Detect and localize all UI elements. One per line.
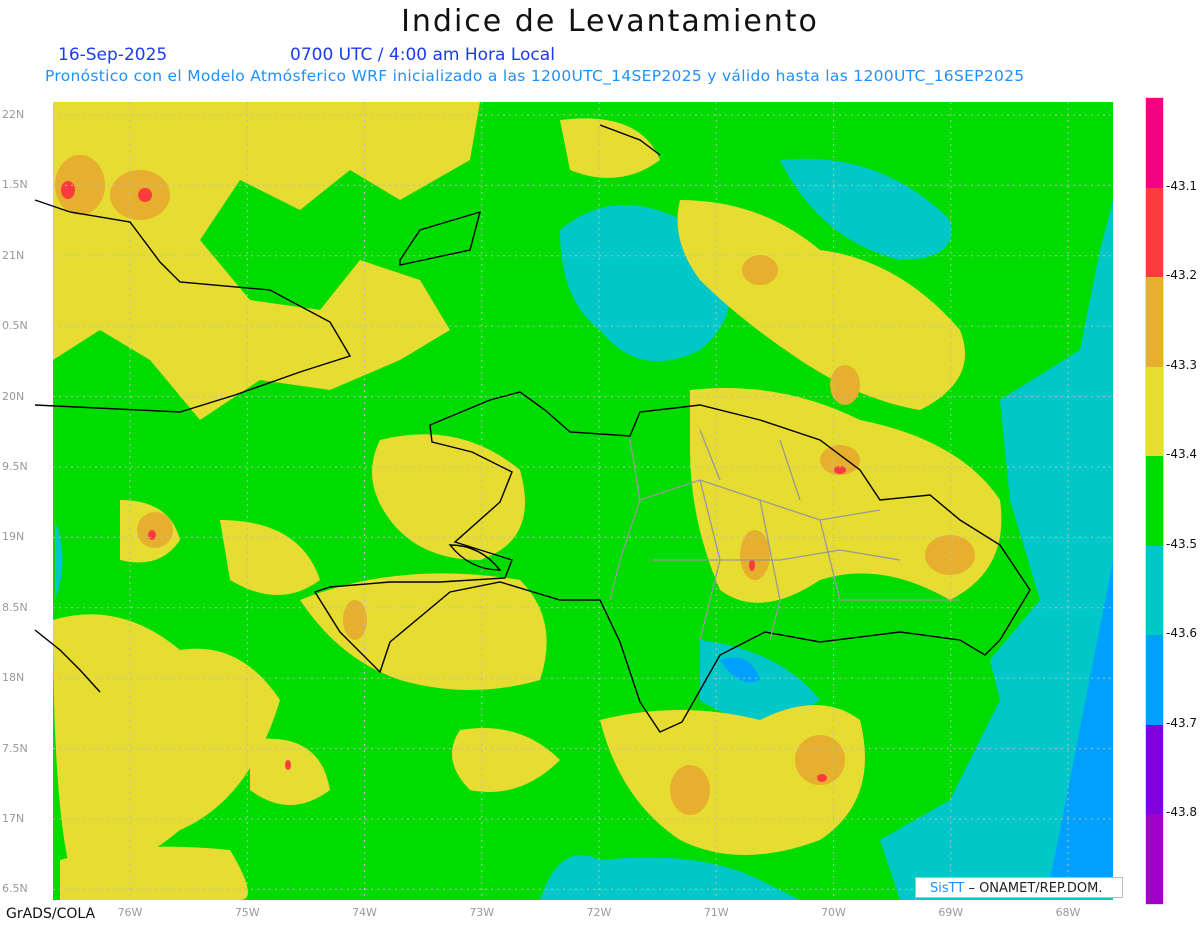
colorbar-label: -43.4 — [1166, 447, 1198, 462]
y-axis-label: 17N — [2, 812, 25, 825]
colorbar-swatch — [1146, 545, 1163, 636]
credit-box: SisTT – ONAMET/REP.DOM. — [915, 877, 1123, 898]
colorbar-swatch — [1146, 187, 1163, 278]
x-axis-label: 68W — [1055, 906, 1081, 919]
y-axis-label: 7.5N — [2, 741, 28, 755]
colorbar-label: -43.3 — [1166, 357, 1198, 372]
x-axis-label: 76W — [117, 906, 143, 919]
x-axis-label: 69W — [938, 906, 964, 919]
y-axis-label: 6.5N — [2, 882, 28, 896]
colorbar-swatch — [1146, 456, 1163, 546]
y-axis-label: 20N — [2, 389, 25, 403]
x-axis-label: 70W — [821, 906, 846, 919]
colorbar-label: -43.7 — [1166, 715, 1198, 730]
lifted-index-map — [34, 102, 1113, 900]
y-axis-label: 8.5N — [2, 600, 28, 614]
colorbar-swatch — [1146, 724, 1163, 815]
colorbar — [1145, 97, 1164, 905]
colorbar-label: -43.2 — [1166, 268, 1198, 283]
colorbar-swatch — [1146, 98, 1163, 188]
colorbar-swatch — [1146, 635, 1163, 725]
y-axis-label: 22N — [2, 108, 25, 121]
credit-brand: SisTT — [930, 881, 965, 896]
x-axis-label: 72W — [586, 906, 612, 919]
y-axis-label: 19N — [2, 530, 25, 544]
credit-text: – ONAMET/REP.DOM. — [968, 881, 1103, 896]
colorbar-label: -43.5 — [1166, 536, 1198, 551]
y-axis-label: 9.5N — [2, 460, 28, 473]
y-axis-label: 1.5N — [2, 178, 28, 192]
x-axis-label: 71W — [703, 906, 729, 919]
y-axis-label: 21N — [2, 248, 25, 262]
colorbar-swatch — [1146, 814, 1163, 904]
y-axis-label: 0.5N — [2, 319, 28, 333]
colorbar-label: -43.1 — [1166, 178, 1198, 193]
y-axis-label: 18N — [2, 671, 25, 685]
x-axis-label: 73W — [469, 906, 495, 919]
grads-footer: GrADS/COLA — [6, 906, 96, 922]
x-axis-label: 74W — [352, 906, 377, 919]
colorbar-label: -43.6 — [1166, 626, 1198, 641]
colorbar-swatch — [1146, 366, 1163, 457]
colorbar-label: -43.8 — [1166, 805, 1198, 820]
x-axis-label: 75W — [234, 906, 260, 919]
colorbar-swatch — [1146, 277, 1163, 367]
